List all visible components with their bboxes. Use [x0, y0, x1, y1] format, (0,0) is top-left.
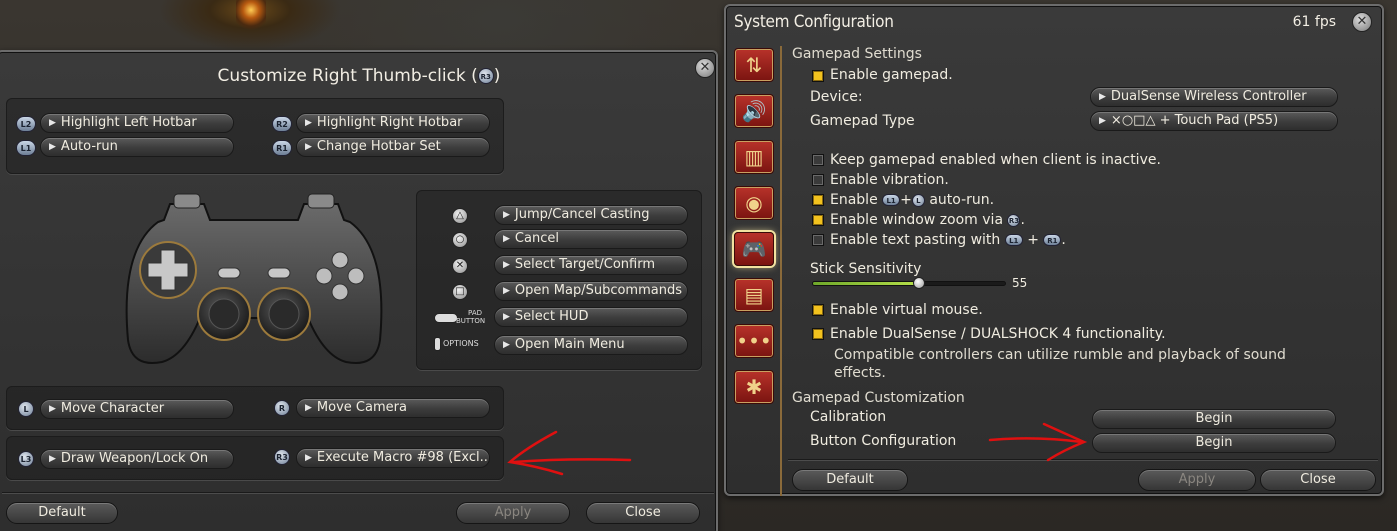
- annotation-arrow-left: [507, 430, 632, 476]
- trigger-bindings-panel: [6, 98, 504, 174]
- pad-button-icon: PAD BUTTON: [434, 309, 485, 327]
- change-hotbar-set-button[interactable]: ▶ Change Hotbar Set: [296, 137, 490, 157]
- calibration-label: Calibration: [810, 409, 887, 425]
- button-configuration-begin-button[interactable]: Begin: [1092, 433, 1336, 453]
- dualsense-checkbox[interactable]: [812, 328, 824, 340]
- cancel-button[interactable]: ▶ Cancel: [494, 229, 688, 249]
- vibration-checkbox[interactable]: [812, 174, 824, 186]
- close-icon[interactable]: ✕: [695, 58, 715, 78]
- enable-gamepad-label: Enable gamepad.: [830, 67, 953, 83]
- jump-cancel-casting-button[interactable]: ▶ Jump/Cancel Casting: [494, 205, 688, 225]
- window-title: System Configuration: [734, 12, 894, 32]
- settings-nav: ⇅ 🔊 ▥ ◉ 🎮 ▤ ••• ✱: [732, 46, 782, 496]
- window-title: Customize Right Thumb-click (R3): [217, 66, 501, 86]
- r3-icon: R3: [477, 68, 494, 84]
- mouse-settings-icon[interactable]: ◉: [734, 186, 774, 220]
- controller-illustration: [125, 193, 383, 364]
- gamepad-settings-heading: Gamepad Settings: [792, 46, 922, 62]
- apply-button[interactable]: Apply: [456, 502, 570, 524]
- default-button[interactable]: Default: [792, 469, 908, 491]
- l2-icon: L2: [16, 116, 36, 132]
- left-stick-icon: L: [911, 193, 925, 207]
- slider-fill: [813, 282, 919, 285]
- l3-icon: L3: [18, 451, 34, 467]
- stick-sensitivity-slider[interactable]: [812, 281, 1006, 286]
- apply-button[interactable]: Apply: [1138, 469, 1256, 491]
- button-configuration-label: Button Configuration: [810, 433, 957, 449]
- close-icon[interactable]: ✕: [1352, 12, 1372, 32]
- sound-settings-icon[interactable]: 🔊: [734, 94, 774, 128]
- l1-icon: L1: [16, 140, 36, 156]
- triangle-icon: △: [452, 208, 468, 224]
- accessibility-icon[interactable]: ✱: [734, 370, 774, 404]
- highlight-left-hotbar-button[interactable]: ▶ Highlight Left Hotbar: [40, 113, 234, 133]
- device-select[interactable]: ▶ DualSense Wireless Controller: [1090, 87, 1338, 107]
- vibration-label: Enable vibration.: [830, 172, 949, 188]
- close-button[interactable]: Close: [1260, 469, 1376, 491]
- open-main-menu-button[interactable]: ▶ Open Main Menu: [494, 335, 688, 355]
- circle-icon: ○: [452, 232, 468, 248]
- cross-icon: ✕: [452, 258, 468, 274]
- move-camera-button[interactable]: ▶ Move Camera: [296, 398, 490, 418]
- select-target-confirm-button[interactable]: ▶ Select Target/Confirm: [494, 255, 688, 275]
- slider-knob[interactable]: [912, 277, 925, 289]
- gamepad-customization-heading: Gamepad Customization: [792, 390, 965, 406]
- gamepad-type-select[interactable]: ▶ ×○□△ + Touch Pad (PS5): [1090, 111, 1338, 131]
- left-stick-icon: L: [18, 401, 34, 417]
- options-icon: OPTIONS: [434, 336, 488, 352]
- square-icon: □: [452, 284, 468, 300]
- move-character-button[interactable]: ▶ Move Character: [40, 399, 234, 419]
- stick-sensitivity-label: Stick Sensitivity: [810, 261, 922, 277]
- hotbar-settings-icon[interactable]: ▥: [734, 140, 774, 174]
- text-pasting-checkbox[interactable]: [812, 234, 824, 246]
- select-hud-button[interactable]: ▶ Select HUD: [494, 307, 688, 327]
- gamepad-settings-icon[interactable]: 🎮: [734, 232, 774, 266]
- window-zoom-checkbox[interactable]: [812, 214, 824, 226]
- display-settings-icon[interactable]: ⇅: [734, 48, 774, 82]
- highlight-right-hotbar-button[interactable]: ▶ Highlight Right Hotbar: [296, 113, 490, 133]
- execute-macro-button[interactable]: ▶ Execute Macro #98 (Excl...: [296, 448, 490, 468]
- right-stick-icon: R: [274, 400, 290, 416]
- r1-icon: R1: [1043, 234, 1062, 246]
- calibration-begin-button[interactable]: Begin: [1092, 409, 1336, 429]
- stick-sensitivity-value: 55: [1012, 276, 1028, 290]
- keep-enabled-label: Keep gamepad enabled when client is inac…: [830, 152, 1161, 168]
- text-pasting-label: Enable text pasting with L1 + R1.: [830, 232, 1066, 248]
- auto-run-button[interactable]: ▶ Auto-run: [40, 137, 234, 157]
- dualsense-label: Enable DualSense / DUALSHOCK 4 functiona…: [830, 326, 1166, 342]
- l1-icon: L1: [882, 194, 901, 206]
- l1-icon: L1: [1004, 234, 1023, 246]
- footer-divider: [2, 492, 714, 493]
- fps-counter: 61 fps: [1292, 14, 1336, 30]
- device-label: Device:: [810, 89, 863, 105]
- window-zoom-label: Enable window zoom via R3.: [830, 212, 1025, 228]
- default-button[interactable]: Default: [6, 502, 118, 524]
- log-settings-icon[interactable]: ▤: [734, 278, 774, 312]
- r1-icon: R1: [272, 140, 292, 156]
- draw-weapon-lock-on-button[interactable]: ▶ Draw Weapon/Lock On: [40, 449, 234, 469]
- enable-gamepad-checkbox[interactable]: [812, 70, 824, 82]
- other-settings-icon[interactable]: •••: [734, 324, 774, 358]
- open-map-subcommands-button[interactable]: ▶ Open Map/Subcommands: [494, 281, 688, 301]
- r3-icon: R3: [274, 449, 290, 465]
- virtual-mouse-label: Enable virtual mouse.: [830, 302, 983, 318]
- r2-icon: R2: [272, 116, 292, 132]
- dualsense-note: Compatible controllers can utilize rumbl…: [834, 347, 1286, 381]
- autorun-checkbox[interactable]: [812, 194, 824, 206]
- annotation-arrow-right: [988, 422, 1088, 462]
- gamepad-type-label: Gamepad Type: [810, 113, 915, 129]
- torch-light: [236, 0, 266, 40]
- autorun-label: Enable L1 + L auto-run.: [830, 192, 995, 208]
- virtual-mouse-checkbox[interactable]: [812, 304, 824, 316]
- r3-icon: R3: [1007, 213, 1021, 227]
- close-button[interactable]: Close: [586, 502, 700, 524]
- keep-enabled-checkbox[interactable]: [812, 154, 824, 166]
